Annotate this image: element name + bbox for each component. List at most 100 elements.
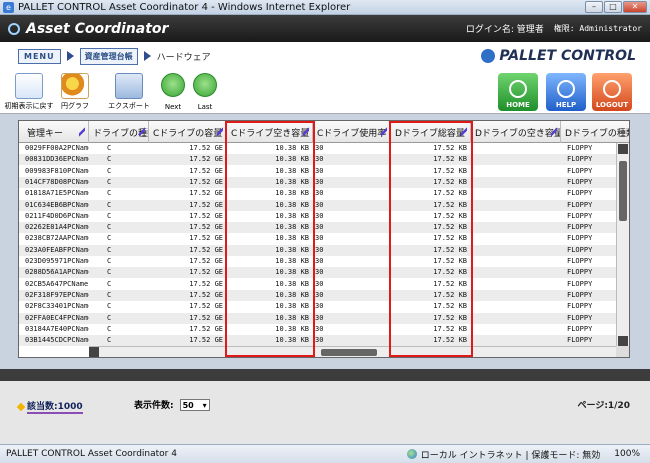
table-cell: FLOPPY [567,268,593,277]
menu-button[interactable]: MENU [18,48,61,64]
table-cell: 30 [315,268,324,277]
table-cell: 17.52 GE [189,189,223,198]
scroll-thumb-horizontal[interactable] [321,349,377,356]
help-button[interactable]: HELP [546,73,586,111]
table-row[interactable]: 02F8C33401PCName C 17.52 GE 10.38 KB 30 17.52… [19,301,617,312]
table-cell: FLOPPY [567,290,593,299]
vertical-scrollbar[interactable] [616,143,629,347]
close-button[interactable]: ✕ [623,1,647,13]
table-row[interactable]: 01818A71E5PCName C 17.52 GE 10.38 KB 30 17.52… [19,188,617,199]
per-page: 表示件数: 50 ▾ [134,398,210,411]
pie-chart-button[interactable]: 円グラフ [58,73,92,111]
table-cell [471,301,561,312]
table-cell [471,335,561,346]
brand-icon [481,49,496,63]
export-label: エクスポート [108,102,150,110]
window-controls: – □ ✕ [585,1,647,13]
breadcrumb-category[interactable]: 資産管理台帳 [79,47,138,65]
table-row[interactable]: 023D095971PCName C 17.52 GE 10.38 KB 30 17.52… [19,256,617,267]
table-cell: C [107,302,112,311]
table-cell: FLOPPY [567,200,593,209]
export-button[interactable]: エクスポート [108,73,150,111]
minimize-button[interactable]: – [585,1,603,13]
toolbar: 初期表示に戻す 円グラフ エクスポート Next Last HOME HELP … [0,70,650,114]
column-header[interactable]: 管理キー [19,121,89,143]
zoom-level[interactable]: 100% [614,449,640,459]
scroll-left-icon[interactable] [89,347,99,357]
scroll-up-icon[interactable] [618,144,628,154]
table-cell: 17.52 GE [189,234,223,243]
last-page-button[interactable]: Last [190,73,220,111]
table-row[interactable]: 02262E81A4PCName C 17.52 GE 10.38 KB 30 17.52… [19,222,617,234]
logout-button[interactable]: LOGOUT [592,73,632,111]
sort-icon[interactable] [217,126,223,138]
table-row[interactable]: 014CF78D08PCName C 17.52 GE 10.38 KB 30 17.52… [19,176,617,188]
table-cell: 30 [315,166,324,175]
column-header-label: Cドライブ使用率 [317,128,387,139]
table-cell: C [107,166,112,175]
column-header[interactable]: Cドライブ使用率 [313,121,391,143]
table-row[interactable]: 009983F810PCName C 17.52 GE 10.38 KB 30 17.52… [19,166,617,177]
permission-info: 権限: Administrator [553,24,642,33]
table-row[interactable]: 03184A7E40PCName C 17.52 GE 10.38 KB 30 17.52… [19,324,617,335]
home-button[interactable]: HOME [498,73,538,111]
column-header[interactable]: Dドライブの種類 [561,121,629,143]
table-cell: C [107,223,112,232]
table-cell: FLOPPY [567,313,593,322]
zone-text: ローカル イントラネット | 保護モード: 無効 [420,450,601,461]
scroll-thumb[interactable] [619,161,627,221]
sort-icon[interactable] [381,126,387,138]
column-header-label: Dドライブの空き容量 [475,128,561,139]
table-row[interactable]: 023A0FEABFPCName C 17.52 GE 10.38 KB 30 17.52… [19,244,617,256]
table-cell: 01C634EB6BPCName [25,200,89,209]
table-row[interactable]: 0288D56A1APCName C 17.52 GE 10.38 KB 30 17.52… [19,267,617,279]
table-cell: C [107,155,112,164]
highlight-box-c-free [225,121,315,357]
home-label: HOME [506,101,530,109]
table-cell: C [107,290,112,299]
table-cell: 30 [315,223,324,232]
table-row[interactable]: 0029FF00A2PCName C 17.52 GE 10.38 KB 30 17.52… [19,143,617,154]
table-cell: FLOPPY [567,257,593,265]
column-header-label: Cドライブの容量 [153,128,223,139]
security-zone: ローカル イントラネット | 保護モード: 無効 [406,448,601,461]
table-row[interactable]: 03B1445CDCPCName C 17.52 GE 10.38 KB 30 17.52… [19,335,617,347]
table-cell: C [107,336,112,345]
brand-logo: PALLET CONTROL [481,48,636,64]
table-cell: C [107,144,112,152]
table-row[interactable]: 02F318F97EPCName C 17.52 GE 10.38 KB 30 17.52… [19,289,617,301]
maximize-button[interactable]: □ [604,1,622,13]
table-cell: 30 [315,234,324,243]
horizontal-scrollbar[interactable] [89,346,629,357]
per-page-select[interactable]: 50 ▾ [179,398,210,411]
app-logo: Asset Coordinator [8,21,168,37]
table-row[interactable]: 00831DD36EPCName C 17.52 GE 10.38 KB 30 17.52… [19,154,617,166]
table-cell: FLOPPY [567,279,593,288]
table-cell: 17.52 GE [189,223,223,232]
sort-icon[interactable] [551,126,557,138]
scroll-down-icon[interactable] [618,336,628,346]
table-row[interactable]: 02FFA0EC4FPCName C 17.52 GE 10.38 KB 30 17.52… [19,312,617,324]
reset-view-button[interactable]: 初期表示に戻す [5,73,54,111]
home-icon [509,80,527,98]
table-cell: 0288D56A1APCName [25,268,89,277]
table-row[interactable]: 0211F4D0D6PCName C 17.52 GE 10.38 KB 30 17.52… [19,211,617,222]
table-cell: 17.52 GE [189,177,223,186]
table-cell [471,245,561,256]
table-cell: 30 [315,245,324,254]
page-info: ページ:1/20 [577,401,631,411]
column-header[interactable]: Dドライブの空き容量 [471,121,561,143]
table-row[interactable]: 02CB5A647PCName C 17.52 GE 10.38 KB 30 17.52 … [19,279,617,290]
table-cell: FLOPPY [567,189,593,198]
column-header[interactable]: ドライブの種類 [89,121,149,143]
table-cell: 17.52 GE [189,324,223,333]
table-cell [471,222,561,233]
sort-icon[interactable] [139,126,145,138]
next-page-button[interactable]: Next [158,73,188,111]
sort-icon[interactable] [79,126,85,138]
table-row[interactable]: 01C634EB6BPCName C 17.52 GE 10.38 KB 30 17.52… [19,199,617,211]
column-header[interactable]: Cドライブの容量 [149,121,227,143]
table-cell: 17.52 GE [189,336,223,345]
table-cell: 009983F810PCName [25,166,89,175]
table-row[interactable]: 0238CB72AAPCName C 17.52 GE 10.38 KB 30 17.52… [19,233,617,244]
